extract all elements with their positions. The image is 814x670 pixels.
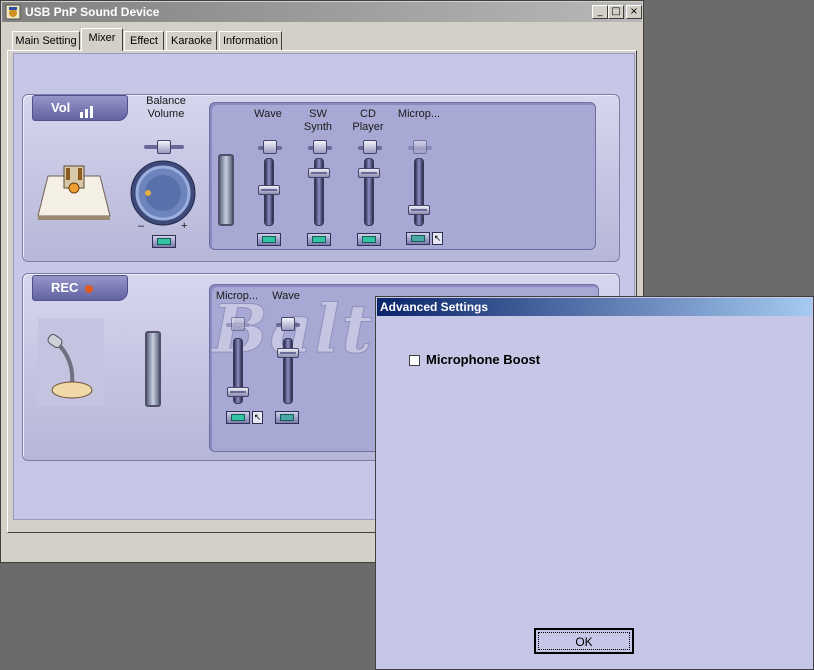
tab-mixer[interactable]: Mixer [81, 28, 123, 51]
advanced-settings-dialog: Advanced Settings Microphone Boost OK [375, 296, 814, 670]
vol-label: Vol [51, 100, 71, 115]
sw-synth-balance-slider[interactable] [313, 140, 327, 154]
rec-ribbon: REC [32, 275, 128, 301]
rec-wave-select-button[interactable] [275, 411, 299, 424]
rec-microphone-advanced-button[interactable]: ↖ [252, 411, 263, 424]
microphone-volume-slider[interactable] [408, 204, 430, 215]
window-title: USB PnP Sound Device [25, 5, 160, 19]
rec-microphone-select-button[interactable] [226, 411, 250, 424]
maximize-button[interactable]: □ [608, 5, 624, 19]
dialog-title: Advanced Settings [380, 300, 489, 314]
dialog-title-bar[interactable]: Advanced Settings [377, 298, 812, 316]
knob-minus-label: – [138, 220, 145, 232]
tab-karaoke[interactable]: Karaoke [166, 31, 217, 51]
sw-synth-mute-button[interactable] [307, 233, 331, 246]
tab-information[interactable]: Information [219, 31, 282, 51]
channel-label-microphone: Microp... [397, 108, 441, 120]
microphone-balance-slider[interactable] [413, 140, 427, 154]
tab-effect[interactable]: Effect [124, 31, 164, 51]
rec-channel-label-microphone: Microp... [215, 290, 259, 302]
rec-wave-volume-slider[interactable] [277, 347, 299, 358]
master-mute-button[interactable] [152, 235, 176, 248]
vol-ribbon: Vol [32, 95, 128, 121]
balance-slider[interactable] [157, 140, 171, 154]
wave-balance-slider[interactable] [263, 140, 277, 154]
channel-label-sw-synth: SW Synth [303, 108, 333, 133]
rec-microphone-balance-slider[interactable] [231, 317, 245, 331]
tab-main-setting[interactable]: Main Setting [12, 31, 80, 51]
close-button[interactable]: × [626, 5, 642, 19]
rec-label: REC [51, 280, 79, 295]
cd-player-volume-slider[interactable] [358, 168, 380, 179]
title-bar[interactable]: USB PnP Sound Device _ □ × [2, 2, 642, 22]
microphone-boost-checkbox[interactable] [409, 355, 420, 366]
microphone-advanced-button[interactable]: ↖ [432, 232, 443, 245]
speaker-stage-image [36, 158, 112, 220]
record-dot-icon [85, 285, 93, 293]
rec-wave-balance-slider[interactable] [281, 317, 295, 331]
wave-volume-slider[interactable] [258, 185, 280, 196]
channel-label-cd-player: CD Player [352, 108, 384, 133]
knob-plus-label: + [181, 220, 188, 232]
microphone-boost-label[interactable]: Microphone Boost [426, 352, 540, 367]
sw-synth-volume-slider[interactable] [308, 168, 330, 179]
app-icon [5, 4, 21, 20]
volume-bars-icon [80, 102, 98, 126]
wave-mute-button[interactable] [257, 233, 281, 246]
minimize-button[interactable]: _ [592, 5, 608, 19]
microphone-image [38, 318, 104, 406]
microphone-mute-button[interactable] [406, 232, 430, 245]
ok-button-label: OK [538, 632, 630, 650]
balance-volume-label: Balance Volume [146, 95, 186, 120]
rec-channel-label-wave: Wave [272, 290, 300, 302]
microphone-volume-track [414, 158, 424, 226]
channel-label-wave: Wave [254, 108, 282, 120]
ok-button[interactable]: OK [534, 628, 634, 654]
cd-player-balance-slider[interactable] [363, 140, 377, 154]
volume-knob[interactable] [129, 160, 197, 226]
rec-microphone-volume-slider[interactable] [227, 386, 249, 397]
record-level-meter [145, 331, 161, 407]
master-level-meter [218, 154, 234, 226]
cd-player-mute-button[interactable] [357, 233, 381, 246]
